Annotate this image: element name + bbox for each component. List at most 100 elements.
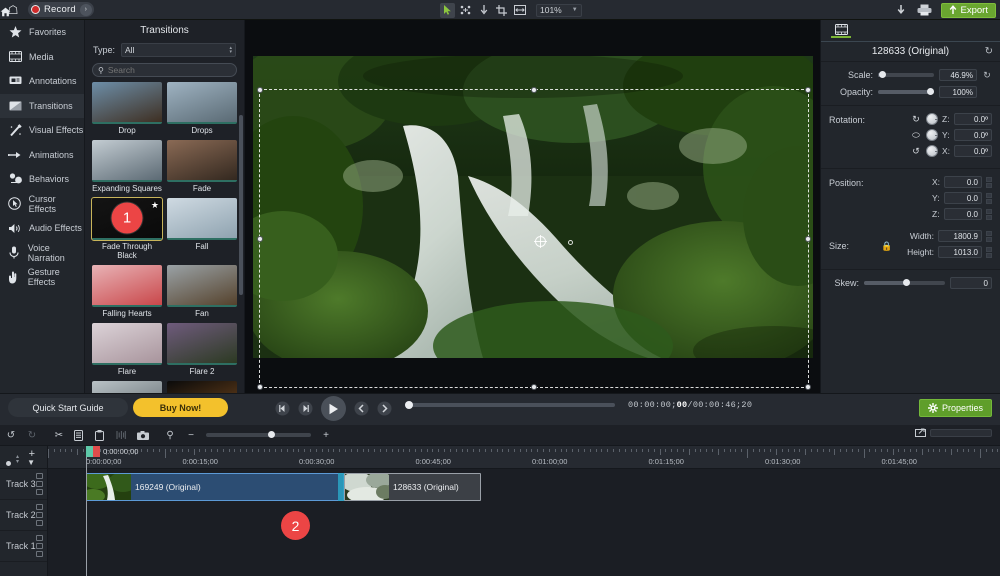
play-button[interactable] (321, 396, 346, 421)
transition-tile-expanding-squares[interactable]: Expanding Squares (92, 140, 162, 193)
opacity-value[interactable]: 100% (939, 86, 977, 98)
undo-button[interactable]: ↺ (5, 430, 17, 441)
quick-start-guide-button[interactable]: Quick Start Guide (8, 398, 128, 417)
record-dropdown-caret-icon[interactable]: › (79, 3, 92, 16)
prev-marker-button[interactable] (354, 401, 369, 416)
zoom-in-button[interactable]: + (320, 430, 332, 441)
rotation-dial[interactable] (926, 129, 938, 141)
skew-slider[interactable] (864, 278, 945, 286)
copy-button[interactable] (74, 429, 86, 441)
reset-icon[interactable]: ↻ (985, 46, 993, 57)
rotation-anchor-icon[interactable] (568, 240, 573, 245)
paste-button[interactable] (95, 429, 107, 441)
type-select[interactable]: All ▴ ▾ (121, 43, 236, 57)
scale-slider[interactable] (878, 70, 934, 78)
handle-bottom-center[interactable] (531, 384, 537, 390)
size-stepper[interactable] (986, 230, 992, 242)
transition-tile-fade[interactable]: Fade (167, 140, 237, 193)
next-marker-button[interactable] (377, 401, 392, 416)
media-properties-tab[interactable] (831, 23, 851, 38)
download-icon[interactable] (893, 2, 909, 18)
transition-tile-flashback[interactable]: Flashback (92, 381, 162, 393)
preview-canvas[interactable] (245, 20, 820, 393)
size-value[interactable]: 1013.0 (938, 246, 982, 258)
rotate-x-icon[interactable]: ↺ (910, 146, 922, 157)
sidebar-item-visual-effects[interactable]: Visual Effects (0, 118, 84, 143)
record-button[interactable]: Record › (28, 2, 94, 17)
rotation-value[interactable]: 0.0º (954, 113, 992, 125)
track-header-track-3[interactable]: Track 3 (0, 469, 47, 500)
collapse-tracks-button[interactable]: ▼ (27, 458, 35, 467)
scale-reset-icon[interactable]: ↻ (982, 70, 992, 81)
selection-bounding-box[interactable] (257, 87, 811, 390)
handle-bottom-right[interactable] (805, 384, 811, 390)
skew-value[interactable]: 0 (950, 277, 992, 289)
zoom-out-button[interactable]: − (185, 430, 197, 441)
position-stepper[interactable] (986, 192, 992, 204)
transition-tile-fade-through-black[interactable]: ★ 1 Fade Through Black (91, 197, 163, 260)
transition-tile-drops[interactable]: Drops (167, 82, 237, 135)
rotation-dial[interactable] (926, 113, 938, 125)
handle-top-left[interactable] (257, 87, 263, 93)
rotation-value[interactable]: 0.0º (954, 129, 992, 141)
size-value[interactable]: 1800.9 (938, 230, 982, 242)
timeline-ruler[interactable]: 0:00:00;00 0:00:15;00 0:00:30;00 0:00:45;00… (48, 446, 1000, 469)
crop-tool-button[interactable] (494, 3, 509, 18)
track-area[interactable]: 169249 (Original) 128633 (Original) (48, 469, 1000, 576)
rotate-y-icon[interactable]: ⬭ (910, 130, 922, 141)
properties-button[interactable]: Properties (918, 399, 992, 417)
handle-top-right[interactable] (805, 87, 811, 93)
handle-bottom-left[interactable] (257, 384, 263, 390)
detach-icon[interactable] (915, 428, 927, 437)
home-icon[interactable]: ☖ (0, 3, 26, 17)
handle-top-center[interactable] (531, 87, 537, 93)
transition-tile-fall[interactable]: Fall (167, 198, 237, 260)
step-back-button[interactable] (275, 401, 290, 416)
opacity-slider[interactable] (878, 87, 934, 95)
center-anchor-icon[interactable] (534, 235, 547, 248)
handle-middle-left[interactable] (257, 235, 263, 242)
transition-tile-falling-hearts[interactable]: Falling Hearts (92, 265, 162, 318)
timeline-zoom-slider[interactable] (206, 430, 311, 438)
fit-tool-button[interactable] (512, 3, 527, 18)
snapshot-button[interactable] (137, 430, 149, 440)
buy-now-button[interactable]: Buy Now! (133, 398, 228, 417)
transitions-scrollbar[interactable] (239, 115, 243, 295)
sidebar-item-behaviors[interactable]: Behaviors (0, 167, 84, 192)
step-forward-button[interactable] (298, 401, 313, 416)
multi-select-tool-button[interactable] (458, 3, 473, 18)
timeline-marker-dot-icon[interactable] (6, 461, 11, 466)
position-stepper[interactable] (986, 208, 992, 220)
track-toggle-icons[interactable] (36, 473, 43, 495)
scrubber-knob[interactable] (405, 400, 413, 409)
zoom-level-select[interactable]: 101% ▼ (536, 3, 582, 17)
sidebar-item-audio-effects[interactable]: Audio Effects (0, 216, 84, 241)
playback-scrubber[interactable] (405, 400, 615, 409)
track-toggle-icons[interactable] (36, 504, 43, 526)
position-value[interactable]: 0.0 (944, 176, 982, 188)
transition-tile-flare-2[interactable]: Flare 2 (167, 323, 237, 376)
position-value[interactable]: 0.0 (944, 192, 982, 204)
handle-middle-right[interactable] (805, 235, 811, 242)
search-box[interactable]: ⚲ (92, 63, 237, 77)
pointer-tool-button[interactable] (440, 2, 455, 18)
position-stepper[interactable] (986, 176, 992, 188)
move-tool-button[interactable] (476, 3, 491, 18)
transition-tile-flip[interactable]: Flip (167, 381, 237, 393)
clip-169249[interactable]: 169249 (Original) (86, 473, 344, 501)
redo-button[interactable]: ↻ (26, 430, 38, 441)
timeline-horizontal-scrollbar[interactable] (930, 428, 992, 437)
sidebar-item-annotations[interactable]: Annotations (0, 69, 84, 94)
transition-tile-flare[interactable]: Flare (92, 323, 162, 376)
cut-button[interactable]: ✂ (53, 430, 65, 441)
scale-value[interactable]: 46.9% (939, 69, 977, 81)
size-stepper[interactable] (986, 246, 992, 258)
playhead-line[interactable] (86, 446, 87, 576)
sidebar-item-favorites[interactable]: Favorites (0, 20, 84, 45)
transition-tile-fan[interactable]: Fan (167, 265, 237, 318)
rotation-dial[interactable] (926, 145, 938, 157)
search-input[interactable] (107, 65, 231, 75)
rotate-z-icon[interactable]: ↻ (910, 114, 922, 125)
clip-128633[interactable]: 128633 (Original) (344, 473, 481, 501)
sidebar-item-voice-narration[interactable]: Voice Narration (0, 241, 84, 266)
